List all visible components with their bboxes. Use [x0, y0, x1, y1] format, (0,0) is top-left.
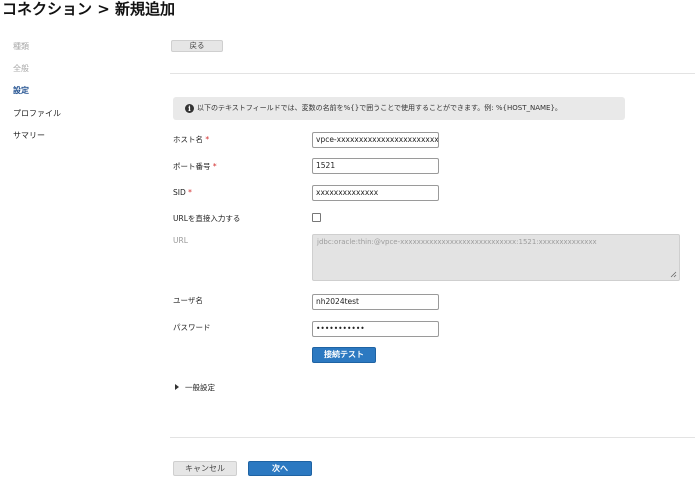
- advanced-settings-toggle[interactable]: 一般設定: [185, 382, 215, 393]
- username-label: ユーザ名: [173, 296, 203, 305]
- info-icon: i: [185, 103, 194, 113]
- cancel-button[interactable]: キャンセル: [173, 461, 237, 476]
- sidebar-item-profile[interactable]: プロファイル: [13, 108, 61, 119]
- info-text: 以下のテキストフィールドでは、変数の名前を%{}で囲うことで使用することができま…: [197, 104, 562, 112]
- url-direct-label: URLを直接入力する: [173, 214, 241, 223]
- required-mark: *: [188, 188, 192, 197]
- sid-input[interactable]: xxxxxxxxxxxxxx: [312, 185, 439, 201]
- next-button[interactable]: 次へ: [248, 461, 312, 476]
- host-input[interactable]: vpce-xxxxxxxxxxxxxxxxxxxxxxxxxxxx: [312, 132, 439, 148]
- port-label: ポート番号 *: [173, 161, 217, 172]
- sidebar-item-type: 種類: [13, 42, 29, 51]
- sid-label-text: SID: [173, 188, 186, 197]
- page-title: コネクション > 新規追加: [2, 0, 176, 18]
- test-connection-button[interactable]: 接続テスト: [312, 347, 376, 363]
- url-value: jdbc:oracle:thin:@vpce-xxxxxxxxxxxxxxxxx…: [317, 238, 597, 246]
- info-banner: i 以下のテキストフィールドでは、変数の名前を%{}で囲うことで使用することができ…: [173, 97, 625, 120]
- password-label: パスワード: [173, 323, 211, 332]
- resize-handle-icon: [670, 271, 677, 278]
- host-label-text: ホスト名: [173, 135, 203, 144]
- sidebar-item-settings[interactable]: 設定: [13, 85, 29, 96]
- port-label-text: ポート番号: [173, 162, 211, 171]
- caret-right-icon[interactable]: [175, 384, 179, 390]
- url-label: URL: [173, 236, 188, 245]
- sidebar-item-general: 全般: [13, 64, 29, 73]
- top-divider: [170, 73, 695, 74]
- host-label: ホスト名 *: [173, 134, 209, 145]
- port-input[interactable]: 1521: [312, 158, 439, 174]
- url-textarea: jdbc:oracle:thin:@vpce-xxxxxxxxxxxxxxxxx…: [312, 234, 680, 281]
- url-direct-checkbox[interactable]: [312, 213, 321, 222]
- required-mark: *: [212, 162, 217, 171]
- username-input[interactable]: nh2024test: [312, 294, 439, 310]
- sid-label: SID *: [173, 188, 192, 197]
- required-mark: *: [205, 135, 210, 144]
- password-input[interactable]: •••••••••••: [312, 321, 439, 337]
- back-button[interactable]: 戻る: [171, 40, 223, 52]
- bottom-divider: [170, 437, 695, 438]
- sidebar-item-summary[interactable]: サマリー: [13, 130, 45, 141]
